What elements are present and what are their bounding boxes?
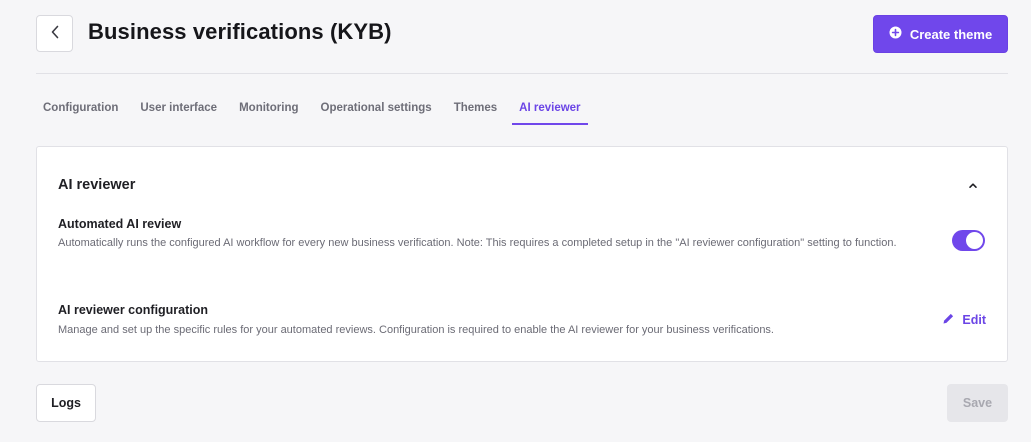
ai-reviewer-configuration-title: AI reviewer configuration bbox=[58, 303, 209, 317]
create-theme-label: Create theme bbox=[909, 26, 993, 42]
logs-button[interactable]: Logs bbox=[36, 384, 96, 422]
pencil-icon bbox=[942, 312, 955, 328]
create-theme-button[interactable]: Create theme bbox=[873, 15, 1008, 53]
tab-operational-settings[interactable]: Operational settings bbox=[314, 96, 439, 125]
tab-bar: Configuration User interface Monitoring … bbox=[36, 96, 596, 126]
ai-reviewer-configuration-description: Manage and set up the specific rules for… bbox=[58, 324, 774, 336]
plus-circle-icon bbox=[889, 26, 902, 42]
chevron-left-icon bbox=[50, 25, 60, 42]
tab-ai-reviewer[interactable]: AI reviewer bbox=[512, 96, 588, 125]
toggle-knob bbox=[966, 232, 983, 249]
header-divider bbox=[36, 73, 1008, 74]
tab-configuration[interactable]: Configuration bbox=[36, 96, 125, 125]
tab-user-interface[interactable]: User interface bbox=[133, 96, 224, 125]
edit-label: Edit bbox=[962, 313, 986, 327]
page-header: Business verifications (KYB) Create them… bbox=[36, 15, 1008, 53]
automated-review-title: Automated AI review bbox=[58, 217, 182, 231]
card-title: AI reviewer bbox=[58, 177, 136, 193]
page-title: Business verifications (KYB) bbox=[88, 19, 392, 44]
page: Business verifications (KYB) Create them… bbox=[0, 0, 1031, 442]
edit-configuration-button[interactable]: Edit bbox=[942, 312, 986, 328]
save-button[interactable]: Save bbox=[947, 384, 1008, 422]
ai-reviewer-card: AI reviewer Automated AI review Automati… bbox=[36, 146, 1008, 362]
back-button[interactable] bbox=[36, 15, 73, 52]
automated-review-toggle[interactable] bbox=[952, 230, 985, 251]
chevron-up-icon bbox=[968, 176, 978, 194]
tab-monitoring[interactable]: Monitoring bbox=[232, 96, 305, 125]
tab-themes[interactable]: Themes bbox=[447, 96, 504, 125]
collapse-button[interactable] bbox=[965, 177, 981, 193]
automated-review-description: Automatically runs the configured AI wor… bbox=[58, 237, 897, 249]
